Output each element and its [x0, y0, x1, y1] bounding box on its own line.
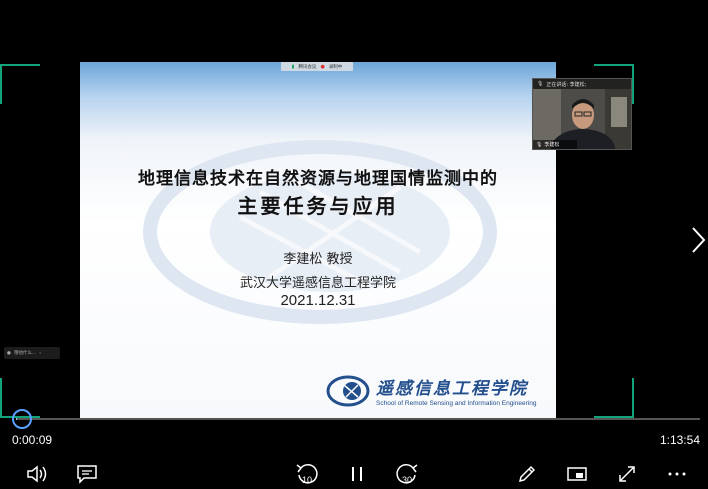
presentation-slide: 地理信息技术在自然资源与地理国情监测中的 主要任务与应用 李建松 教授 武汉大学… — [80, 62, 556, 418]
participant-nameplate: 🎙 李建松 — [533, 140, 577, 149]
more-icon — [668, 472, 686, 476]
current-time: 0:00:09 — [12, 433, 53, 447]
focus-corner-top-left — [0, 64, 40, 104]
school-name-cn: 遥感信息工程学院 — [376, 379, 528, 399]
total-duration: 1:13:54 — [659, 433, 700, 447]
school-logo: 遥感信息工程学院 School of Remote Sensing and In… — [326, 374, 536, 407]
school-name-en: School of Remote Sensing and Information… — [376, 400, 537, 407]
slide-title-line-1: 地理信息技术在自然资源与地理国情监测中的 — [138, 169, 498, 189]
slide-title-line-2: 主要任务与应用 — [237, 194, 399, 218]
recording-status: 录制中 — [328, 64, 343, 70]
speaking-label: 正在讲话: 李建松; — [546, 81, 587, 88]
mic-small-icon: 🎙 — [536, 141, 543, 148]
focus-corner-bottom-right — [594, 378, 634, 418]
chat-collapse-icon[interactable]: ‹ — [39, 351, 41, 356]
chat-avatar-icon: ● — [7, 350, 11, 356]
slide-date: 2021.12.31 — [280, 292, 356, 309]
school-emblem-icon — [326, 375, 370, 406]
recording-icon: ● — [320, 63, 325, 70]
chat-bubble[interactable]: ● 哦他什么... ‹ — [4, 347, 60, 359]
progress-thumb[interactable] — [12, 409, 32, 429]
fullscreen-icon — [619, 466, 635, 482]
meeting-status-bar[interactable]: ▮ 腾讯会议 ● 录制中 — [281, 62, 353, 71]
meeting-app-name: 腾讯会议 — [298, 64, 317, 70]
signal-icon: ▮ — [291, 63, 295, 70]
video-player[interactable]: 地理信息技术在自然资源与地理国情监测中的 主要任务与应用 李建松 教授 武汉大学… — [0, 0, 708, 489]
mic-icon: 🎙 — [537, 81, 544, 87]
participant-name: 李建松 — [544, 142, 560, 148]
speaker-camera-tile[interactable]: 🎙 正在讲话: 李建松; 🎙 李建松 — [532, 78, 632, 150]
skip-forward-seconds: 30 — [401, 475, 412, 485]
slide-institute: 武汉大学遥感信息工程学院 — [239, 276, 396, 291]
pencil-icon — [518, 465, 536, 483]
next-arrow-icon[interactable] — [690, 226, 706, 254]
captions-icon — [77, 465, 97, 484]
skip-back-button[interactable]: 10 — [294, 462, 320, 486]
fullscreen-button[interactable] — [614, 462, 640, 486]
more-options-button[interactable] — [664, 462, 690, 486]
skip-forward-button[interactable]: 30 — [394, 462, 420, 486]
progress-bar[interactable] — [16, 418, 700, 420]
pause-button[interactable] — [344, 462, 370, 486]
chat-text: 哦他什么... — [13, 351, 37, 356]
mini-view-button[interactable] — [564, 462, 590, 486]
slide-author: 李建松 教授 — [283, 252, 353, 267]
pause-icon — [352, 467, 362, 481]
edit-button[interactable] — [514, 462, 540, 486]
volume-button[interactable] — [24, 462, 50, 486]
speaking-indicator: 🎙 正在讲话: 李建松; — [533, 79, 631, 89]
captions-button[interactable] — [74, 462, 100, 486]
volume-icon — [27, 465, 47, 483]
picture-in-picture-icon — [567, 467, 587, 481]
skip-back-seconds: 10 — [301, 475, 312, 485]
